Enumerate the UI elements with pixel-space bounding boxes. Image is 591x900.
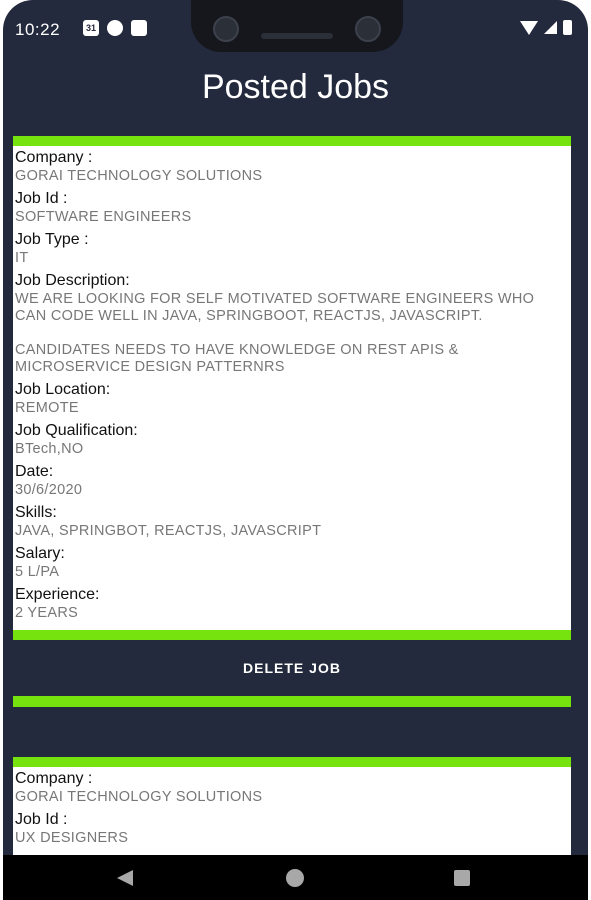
job-qualification-label: Job Qualification: xyxy=(15,422,138,439)
status-icons-right xyxy=(520,20,572,35)
job-card: Company : GORAI TECHNOLOGY SOLUTIONS Job… xyxy=(13,136,571,707)
company-value: GORAI TECHNOLOGY SOLUTIONS xyxy=(15,168,263,184)
back-icon[interactable] xyxy=(117,870,133,886)
job-description-value: WE ARE LOOKING FOR SELF MOTIVATED SOFTWA… xyxy=(15,291,535,375)
sd-card-icon xyxy=(131,20,147,36)
camera-notch xyxy=(191,0,403,52)
battery-icon xyxy=(563,20,572,35)
earpiece-speaker xyxy=(261,33,333,39)
company-label: Company : xyxy=(15,149,93,166)
skills-label: Skills: xyxy=(15,504,57,521)
job-location-value: REMOTE xyxy=(15,400,79,416)
experience-label: Experience: xyxy=(15,586,100,603)
job-details: Company : GORAI TECHNOLOGY SOLUTIONS Job… xyxy=(13,767,571,855)
job-location-label: Job Location: xyxy=(15,381,111,398)
card-accent-stripe xyxy=(13,136,571,146)
experience-value: 2 YEARS xyxy=(15,605,79,621)
status-icons-left: 31 xyxy=(83,20,147,36)
cell-signal-icon xyxy=(544,21,557,34)
calendar-icon: 31 xyxy=(83,20,99,36)
job-type-value: IT xyxy=(15,250,29,266)
home-icon[interactable] xyxy=(286,869,304,887)
app-notification-icon xyxy=(107,20,123,36)
wifi-icon xyxy=(520,20,538,35)
date-value: 30/6/2020 xyxy=(15,482,83,498)
salary-value: 5 L/PA xyxy=(15,564,60,580)
company-value: GORAI TECHNOLOGY SOLUTIONS xyxy=(15,789,263,805)
job-id-label: Job Id : xyxy=(15,190,68,207)
job-type-label: Job Type : xyxy=(15,231,89,248)
device-frame: 10:22 31 Posted Jobs Company : GORAI TEC… xyxy=(0,0,591,900)
job-qualification-value: BTech,NO xyxy=(15,441,84,457)
job-details: Company : GORAI TECHNOLOGY SOLUTIONS Job… xyxy=(13,146,571,630)
card-accent-stripe xyxy=(13,696,571,707)
card-accent-stripe xyxy=(13,630,571,640)
date-label: Date: xyxy=(15,463,54,480)
page-title: Posted Jobs xyxy=(201,68,390,106)
job-card: Company : GORAI TECHNOLOGY SOLUTIONS Job… xyxy=(13,757,571,855)
card-accent-stripe xyxy=(13,757,571,767)
navigation-bar xyxy=(3,855,588,900)
delete-job-button[interactable]: DELETE JOB xyxy=(13,640,571,696)
status-time: 10:22 xyxy=(15,20,61,39)
job-id-value: SOFTWARE ENGINEERS xyxy=(15,209,192,225)
skills-value: JAVA, SPRINGBOT, REACTJS, JAVASCRIPT xyxy=(15,523,322,539)
salary-label: Salary: xyxy=(15,545,65,562)
front-sensor-icon xyxy=(355,16,381,42)
job-id-label: Job Id : xyxy=(15,811,68,828)
job-description-label: Job Description: xyxy=(15,272,130,289)
front-camera-icon xyxy=(213,16,239,42)
company-label: Company : xyxy=(15,770,93,787)
job-id-value: UX DESIGNERS xyxy=(15,830,129,846)
recents-icon[interactable] xyxy=(454,870,470,886)
